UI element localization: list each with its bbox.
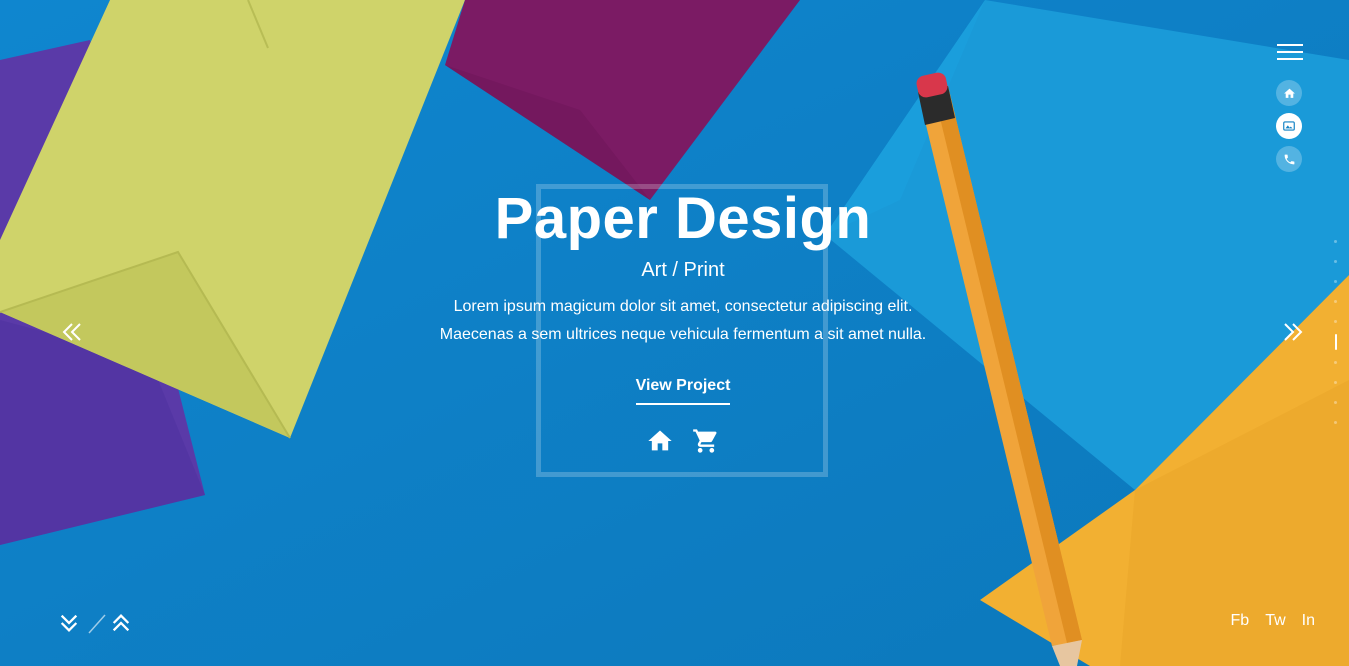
- nav-gallery-button[interactable]: [1276, 113, 1302, 139]
- hero-slide: Paper Design Art / Print Lorem ipsum mag…: [0, 0, 1349, 666]
- double-chevron-right-icon[interactable]: [1281, 320, 1305, 344]
- pager-dot-active[interactable]: [1335, 334, 1337, 350]
- view-project-button[interactable]: View Project: [635, 377, 731, 405]
- social-link-facebook[interactable]: Fb: [1231, 612, 1250, 630]
- hero-action-icons: [383, 427, 983, 455]
- double-chevron-left-icon[interactable]: [60, 320, 84, 344]
- hero-content: Paper Design Art / Print Lorem ipsum mag…: [383, 183, 983, 455]
- hamburger-menu-icon[interactable]: [1277, 44, 1303, 60]
- cart-icon[interactable]: [692, 427, 720, 455]
- menu-bar: [1277, 58, 1303, 60]
- double-chevron-up-icon[interactable]: [110, 612, 134, 636]
- slash-divider: [88, 614, 106, 634]
- gallery-icon: [1283, 121, 1295, 131]
- double-chevron-down-icon[interactable]: [58, 612, 82, 636]
- social-link-linkedin[interactable]: In: [1302, 612, 1315, 630]
- nav-contact-button[interactable]: [1276, 146, 1302, 172]
- home-icon: [1283, 88, 1295, 98]
- nav-home-button[interactable]: [1276, 80, 1302, 106]
- pager-dot[interactable]: [1334, 421, 1337, 424]
- hero-description-line: Maecenas a sem ultrices neque vehicula f…: [439, 326, 927, 343]
- hero-title: Paper Design: [494, 186, 872, 251]
- social-link-twitter[interactable]: Tw: [1265, 612, 1285, 630]
- menu-bar: [1277, 51, 1303, 53]
- pager-dot[interactable]: [1334, 320, 1337, 323]
- pager-dot[interactable]: [1334, 260, 1337, 263]
- pager-dot[interactable]: [1334, 280, 1337, 283]
- hero-description-line: Lorem ipsum magicum dolor sit amet, cons…: [453, 298, 913, 315]
- pager-dot[interactable]: [1334, 300, 1337, 303]
- menu-bar: [1277, 44, 1303, 46]
- hero-description: Lorem ipsum magicum dolor sit amet, cons…: [383, 293, 983, 349]
- pager-dot[interactable]: [1334, 401, 1337, 404]
- slide-pager: [1333, 240, 1339, 441]
- pager-dot[interactable]: [1334, 240, 1337, 243]
- phone-icon: [1284, 154, 1294, 164]
- hero-subtitle: Art / Print: [641, 259, 725, 281]
- pager-dot[interactable]: [1334, 361, 1337, 364]
- side-nav: [1276, 80, 1302, 179]
- pager-dot[interactable]: [1334, 381, 1337, 384]
- social-links: Fb Tw In: [1231, 612, 1315, 630]
- home-icon[interactable]: [646, 427, 674, 455]
